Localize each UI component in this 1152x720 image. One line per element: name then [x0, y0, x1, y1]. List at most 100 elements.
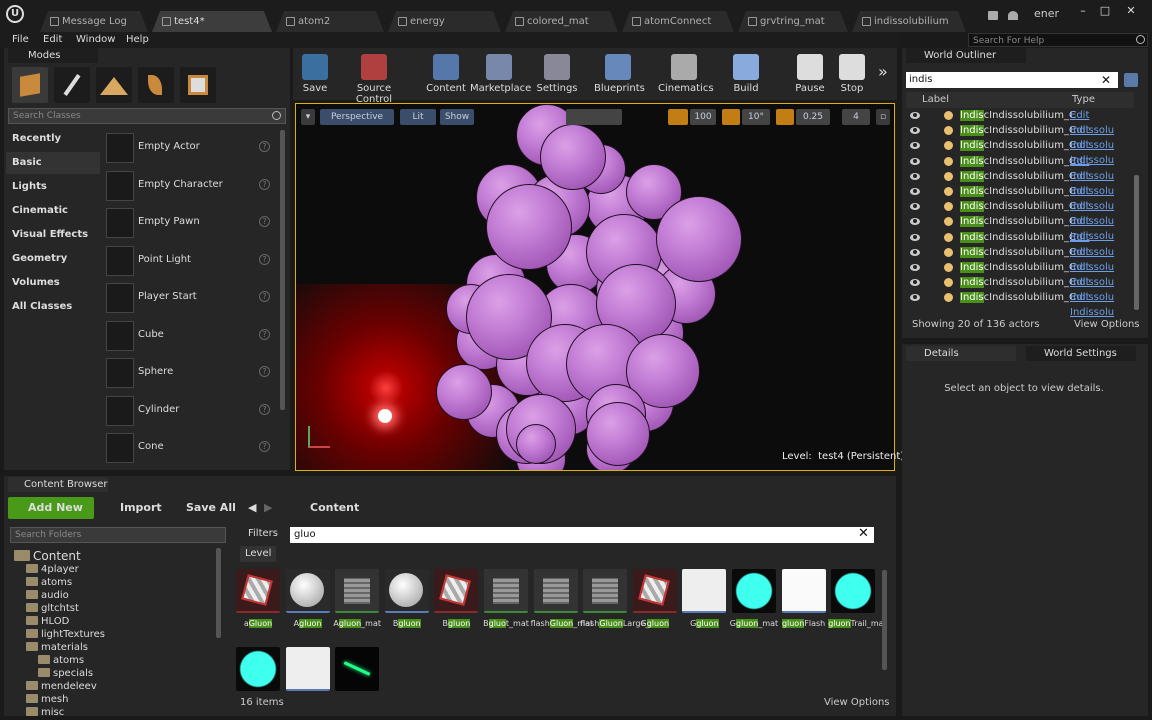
atom-sphere[interactable]: [516, 424, 556, 464]
outliner-row[interactable]: IndiscIndissolubilium_C Edit Indissolu: [906, 184, 1134, 212]
help-icon[interactable]: ?: [259, 141, 270, 152]
perspective-button[interactable]: Perspective: [320, 109, 394, 125]
visibility-eye-icon[interactable]: [910, 127, 920, 135]
asset-thumbnail[interactable]: [285, 647, 330, 691]
outliner-row[interactable]: IndiscIndissolubilium_C Edit Indissolu: [906, 154, 1134, 182]
outliner-row[interactable]: IndiscIndissolubilium_C Edit Indissolu: [906, 214, 1134, 242]
foliage-mode-button[interactable]: [138, 67, 174, 103]
document-tab[interactable]: Message Log: [40, 11, 148, 32]
maximize-viewport-button[interactable]: ▫: [876, 109, 890, 125]
help-icon[interactable]: ?: [259, 291, 270, 302]
document-tab[interactable]: energy: [388, 11, 501, 32]
grid-snap-toggle[interactable]: [668, 109, 688, 125]
outliner-row[interactable]: IndiscIndissolubilium_C Edit Indissolu: [906, 275, 1134, 303]
import-button[interactable]: Import: [104, 497, 164, 519]
visibility-eye-icon[interactable]: [910, 142, 920, 150]
world-settings-tab[interactable]: World Settings: [1026, 346, 1136, 361]
clear-search-icon[interactable]: ✕: [1101, 72, 1111, 88]
paint-mode-button[interactable]: [54, 67, 90, 103]
forward-button[interactable]: ▶: [264, 497, 278, 519]
help-icon[interactable]: ?: [259, 441, 270, 452]
lit-button[interactable]: Lit: [400, 109, 436, 125]
clear-search-icon[interactable]: ✕: [858, 526, 869, 541]
help-icon[interactable]: ?: [259, 178, 270, 190]
folder-tree-item[interactable]: atoms: [26, 576, 72, 589]
visibility-eye-icon[interactable]: [910, 203, 920, 211]
more-toolbar-button[interactable]: »: [878, 62, 888, 81]
camera-speed-value[interactable]: 4: [842, 109, 870, 125]
visibility-eye-icon[interactable]: [910, 233, 920, 241]
outliner-row[interactable]: IndiscIndissolubilium_C Edit Indissolu: [906, 245, 1134, 273]
document-tab[interactable]: atom2: [276, 11, 384, 32]
outliner-row[interactable]: IndiscIndissolubilium_C Edit Indissolu: [906, 138, 1134, 166]
grid-size-value[interactable]: 100: [690, 109, 716, 125]
asset-search-input[interactable]: gluo: [290, 527, 874, 543]
folder-tree-item[interactable]: 4player: [26, 563, 79, 576]
atom-sphere[interactable]: [656, 196, 742, 282]
folder-tree-item[interactable]: specials: [38, 667, 93, 680]
edit-blueprint-link[interactable]: Edit Indissolu: [1070, 290, 1134, 320]
modes-tab[interactable]: Modes: [8, 48, 98, 63]
asset-thumbnail[interactable]: [434, 569, 479, 613]
outliner-row[interactable]: IndiscIndissolubilium_C Edit Indissolu: [906, 123, 1134, 151]
category-tab[interactable]: Cinematic: [6, 200, 100, 222]
place-list-scrollbar[interactable]: [280, 130, 285, 410]
category-tab[interactable]: Recently Placed: [6, 128, 100, 166]
folder-tree-item[interactable]: audio: [26, 589, 69, 602]
document-tab[interactable]: indissolubilium: [852, 11, 966, 32]
outliner-row[interactable]: IndiscIndissolubilium_C Edit Indissolu: [906, 230, 1134, 258]
type-column-header[interactable]: Type: [1072, 94, 1095, 105]
asset-thumbnail[interactable]: [236, 569, 280, 613]
assets-scrollbar[interactable]: [882, 570, 887, 670]
place-actor-item[interactable]: Point Light?: [102, 243, 276, 279]
outliner-options-icon[interactable]: [1124, 73, 1138, 87]
outliner-view-options[interactable]: View Options: [1074, 319, 1140, 330]
document-tab[interactable]: test4*: [152, 11, 272, 32]
atom-sphere[interactable]: [540, 124, 606, 190]
visibility-eye-icon[interactable]: [910, 172, 920, 180]
visibility-eye-icon[interactable]: [910, 279, 920, 287]
document-tab[interactable]: atomConnect: [622, 11, 734, 32]
close-window-button[interactable]: ✕: [1122, 4, 1140, 18]
folder-tree-item[interactable]: Content: [14, 550, 81, 563]
folder-tree-item[interactable]: atoms: [38, 654, 84, 667]
place-actor-item[interactable]: Cone?: [102, 430, 276, 466]
visibility-eye-icon[interactable]: [910, 112, 920, 119]
help-icon[interactable]: ?: [259, 328, 270, 340]
blueprints-button[interactable]: Blueprints: [594, 50, 645, 98]
notification-icon[interactable]: [988, 11, 998, 20]
place-mode-button[interactable]: [12, 67, 48, 103]
menu-file[interactable]: File: [12, 32, 29, 48]
label-column-header[interactable]: Label: [922, 94, 949, 105]
atom-sphere[interactable]: [586, 402, 650, 466]
asset-thumbnail[interactable]: [533, 569, 578, 613]
category-tab[interactable]: Lights: [6, 176, 100, 198]
atom-sphere[interactable]: [486, 184, 572, 270]
folder-tree-item[interactable]: mesh: [26, 693, 68, 706]
folder-tree-item[interactable]: HLOD: [26, 615, 69, 628]
category-tab[interactable]: Visual Effects: [6, 224, 100, 246]
visibility-eye-icon[interactable]: [910, 218, 920, 226]
category-tab[interactable]: Geometry: [6, 248, 100, 270]
folders-scrollbar[interactable]: [216, 548, 221, 638]
asset-thumbnail[interactable]: [632, 569, 677, 613]
asset-thumbnail[interactable]: [335, 647, 380, 691]
help-icon[interactable]: ?: [259, 366, 270, 377]
asset-thumbnail[interactable]: [831, 569, 876, 613]
outliner-row[interactable]: IndiscIndissolubilium_C Edit Indissolu: [906, 169, 1134, 197]
world-outliner-tab[interactable]: World Outliner: [906, 48, 1026, 63]
filters-button[interactable]: Filters: [240, 528, 278, 539]
asset-thumbnail[interactable]: [682, 569, 727, 613]
scale-snap-toggle[interactable]: [776, 109, 794, 125]
visibility-eye-icon[interactable]: [910, 248, 920, 256]
asset-thumbnail[interactable]: [236, 647, 280, 691]
place-actor-item[interactable]: Empty Actor?: [102, 130, 276, 166]
content-view-options[interactable]: View Options: [824, 697, 890, 708]
document-tab[interactable]: colored_mat: [505, 11, 618, 32]
folder-tree-item[interactable]: mendeleev: [26, 680, 97, 693]
marketplace-button[interactable]: Marketplace: [470, 50, 531, 98]
asset-thumbnail[interactable]: [384, 569, 429, 613]
source-control-button[interactable]: Source Control: [338, 50, 410, 105]
level-viewport[interactable]: [295, 103, 895, 471]
rotation-snap-toggle[interactable]: [722, 109, 740, 125]
